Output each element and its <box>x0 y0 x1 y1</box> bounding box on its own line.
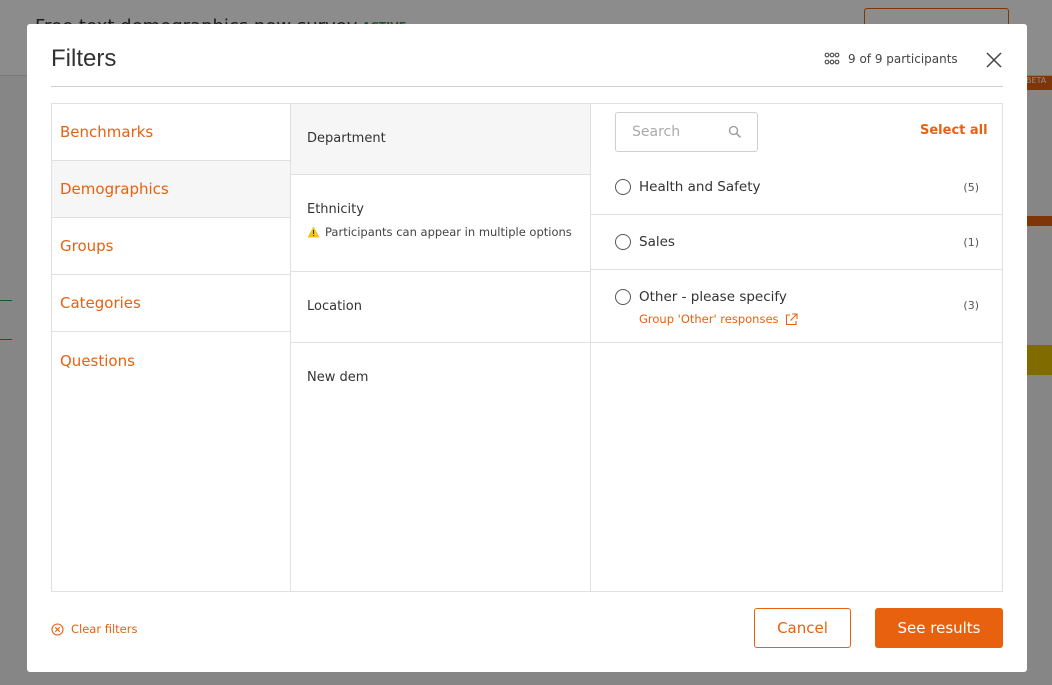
option-count: (3) <box>963 299 979 312</box>
option-label: Sales <box>639 234 675 250</box>
demographic-label: Ethnicity <box>307 202 364 217</box>
category-benchmarks[interactable]: Benchmarks <box>52 104 290 161</box>
filters-modal: Filters 9 of 9 participants Benchmarks D… <box>27 24 1027 672</box>
see-results-button[interactable]: See results <box>875 608 1003 648</box>
demographic-location[interactable]: Location <box>291 272 590 343</box>
option-count: (1) <box>963 236 979 249</box>
participants-icon <box>824 52 840 65</box>
multiple-options-text: Participants can appear in multiple opti… <box>325 225 572 239</box>
demographic-label: Department <box>307 131 386 146</box>
option-radio[interactable] <box>615 289 631 305</box>
options-toolbar: Select all <box>591 104 1002 160</box>
multiple-options-note: Participants can appear in multiple opti… <box>307 225 590 239</box>
search-box <box>615 112 758 152</box>
category-groups[interactable]: Groups <box>52 218 290 275</box>
category-demographics[interactable]: Demographics <box>52 161 290 218</box>
option-row[interactable]: Sales (1) <box>591 215 1002 270</box>
clear-filters-link[interactable]: Clear filters <box>51 622 137 636</box>
select-all-link[interactable]: Select all <box>920 123 988 138</box>
demographic-ethnicity[interactable]: Ethnicity Participants can appear in mul… <box>291 175 590 272</box>
demographic-department[interactable]: Department <box>291 104 590 175</box>
group-other-responses-text: Group 'Other' responses <box>639 312 779 326</box>
header-divider <box>51 86 1003 87</box>
demographic-list: Department Ethnicity Participants can ap… <box>291 104 591 591</box>
demographic-new-dem[interactable]: New dem <box>291 343 590 414</box>
option-count: (5) <box>963 181 979 194</box>
option-radio[interactable] <box>615 234 631 250</box>
search-input[interactable] <box>616 113 726 151</box>
options-list: Select all Health and Safety (5) Sales (… <box>591 104 1002 591</box>
category-questions[interactable]: Questions <box>52 332 290 389</box>
category-list: Benchmarks Demographics Groups Categorie… <box>52 104 291 591</box>
modal-title: Filters <box>51 45 117 72</box>
option-radio[interactable] <box>615 179 631 195</box>
participants-text: 9 of 9 participants <box>848 52 958 66</box>
clear-circle-icon <box>51 622 64 636</box>
warning-icon <box>307 226 320 238</box>
option-row[interactable]: Health and Safety (5) <box>591 160 1002 215</box>
option-label: Other - please specify <box>639 289 787 305</box>
close-button[interactable] <box>985 51 1003 69</box>
participants-count: 9 of 9 participants <box>824 52 958 66</box>
clear-filters-text: Clear filters <box>71 622 138 636</box>
close-icon <box>986 52 1002 68</box>
cancel-button[interactable]: Cancel <box>754 608 851 648</box>
option-row[interactable]: Other - please specify (3) Group 'Other'… <box>591 270 1002 343</box>
demographic-label: New dem <box>307 370 369 385</box>
demographic-label: Location <box>307 299 362 314</box>
search-icon <box>728 125 742 139</box>
filters-panel: Benchmarks Demographics Groups Categorie… <box>51 103 1003 592</box>
option-label: Health and Safety <box>639 179 761 195</box>
external-link-icon <box>785 312 798 325</box>
group-other-responses-link[interactable]: Group 'Other' responses <box>639 312 798 326</box>
category-categories[interactable]: Categories <box>52 275 290 332</box>
